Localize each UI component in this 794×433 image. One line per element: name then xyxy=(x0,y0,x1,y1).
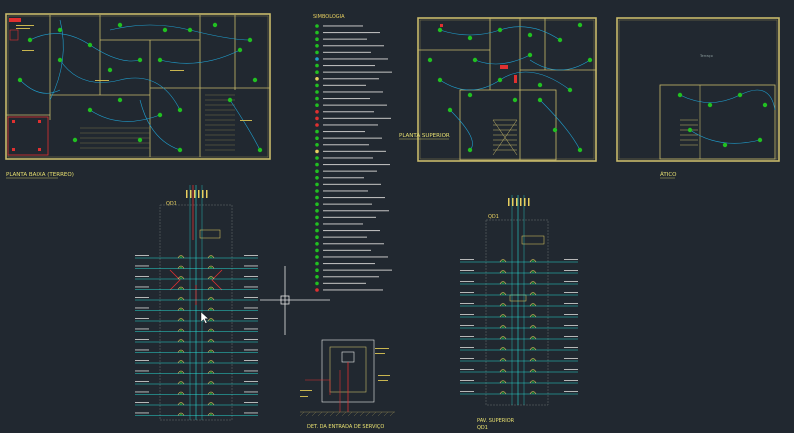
title-pav-superior: PAV. SUPERIOR xyxy=(477,418,515,424)
title-planta-superior: PLANTA SUPERIOR xyxy=(399,133,450,139)
legend-title: SIMBOLOGIA xyxy=(313,14,345,20)
title-pav-superior-qd: QD1 xyxy=(477,425,488,431)
title-planta-baixa: PLANTA BAIXA (TERREO) xyxy=(6,172,74,178)
cad-drawing-canvas[interactable]: PLANTA BAIXA (TERREO) SIMBOLOGIA PLANTA … xyxy=(0,0,794,433)
qd1-label-right: QD1 xyxy=(488,214,499,220)
title-det-entrada: DET. DA ENTRADA DE SERVIÇO xyxy=(307,424,384,430)
terraco-label: Terraço xyxy=(699,54,713,58)
title-atico: ÁTICO xyxy=(660,171,677,178)
qd1-label-left: QD1 xyxy=(166,201,177,207)
